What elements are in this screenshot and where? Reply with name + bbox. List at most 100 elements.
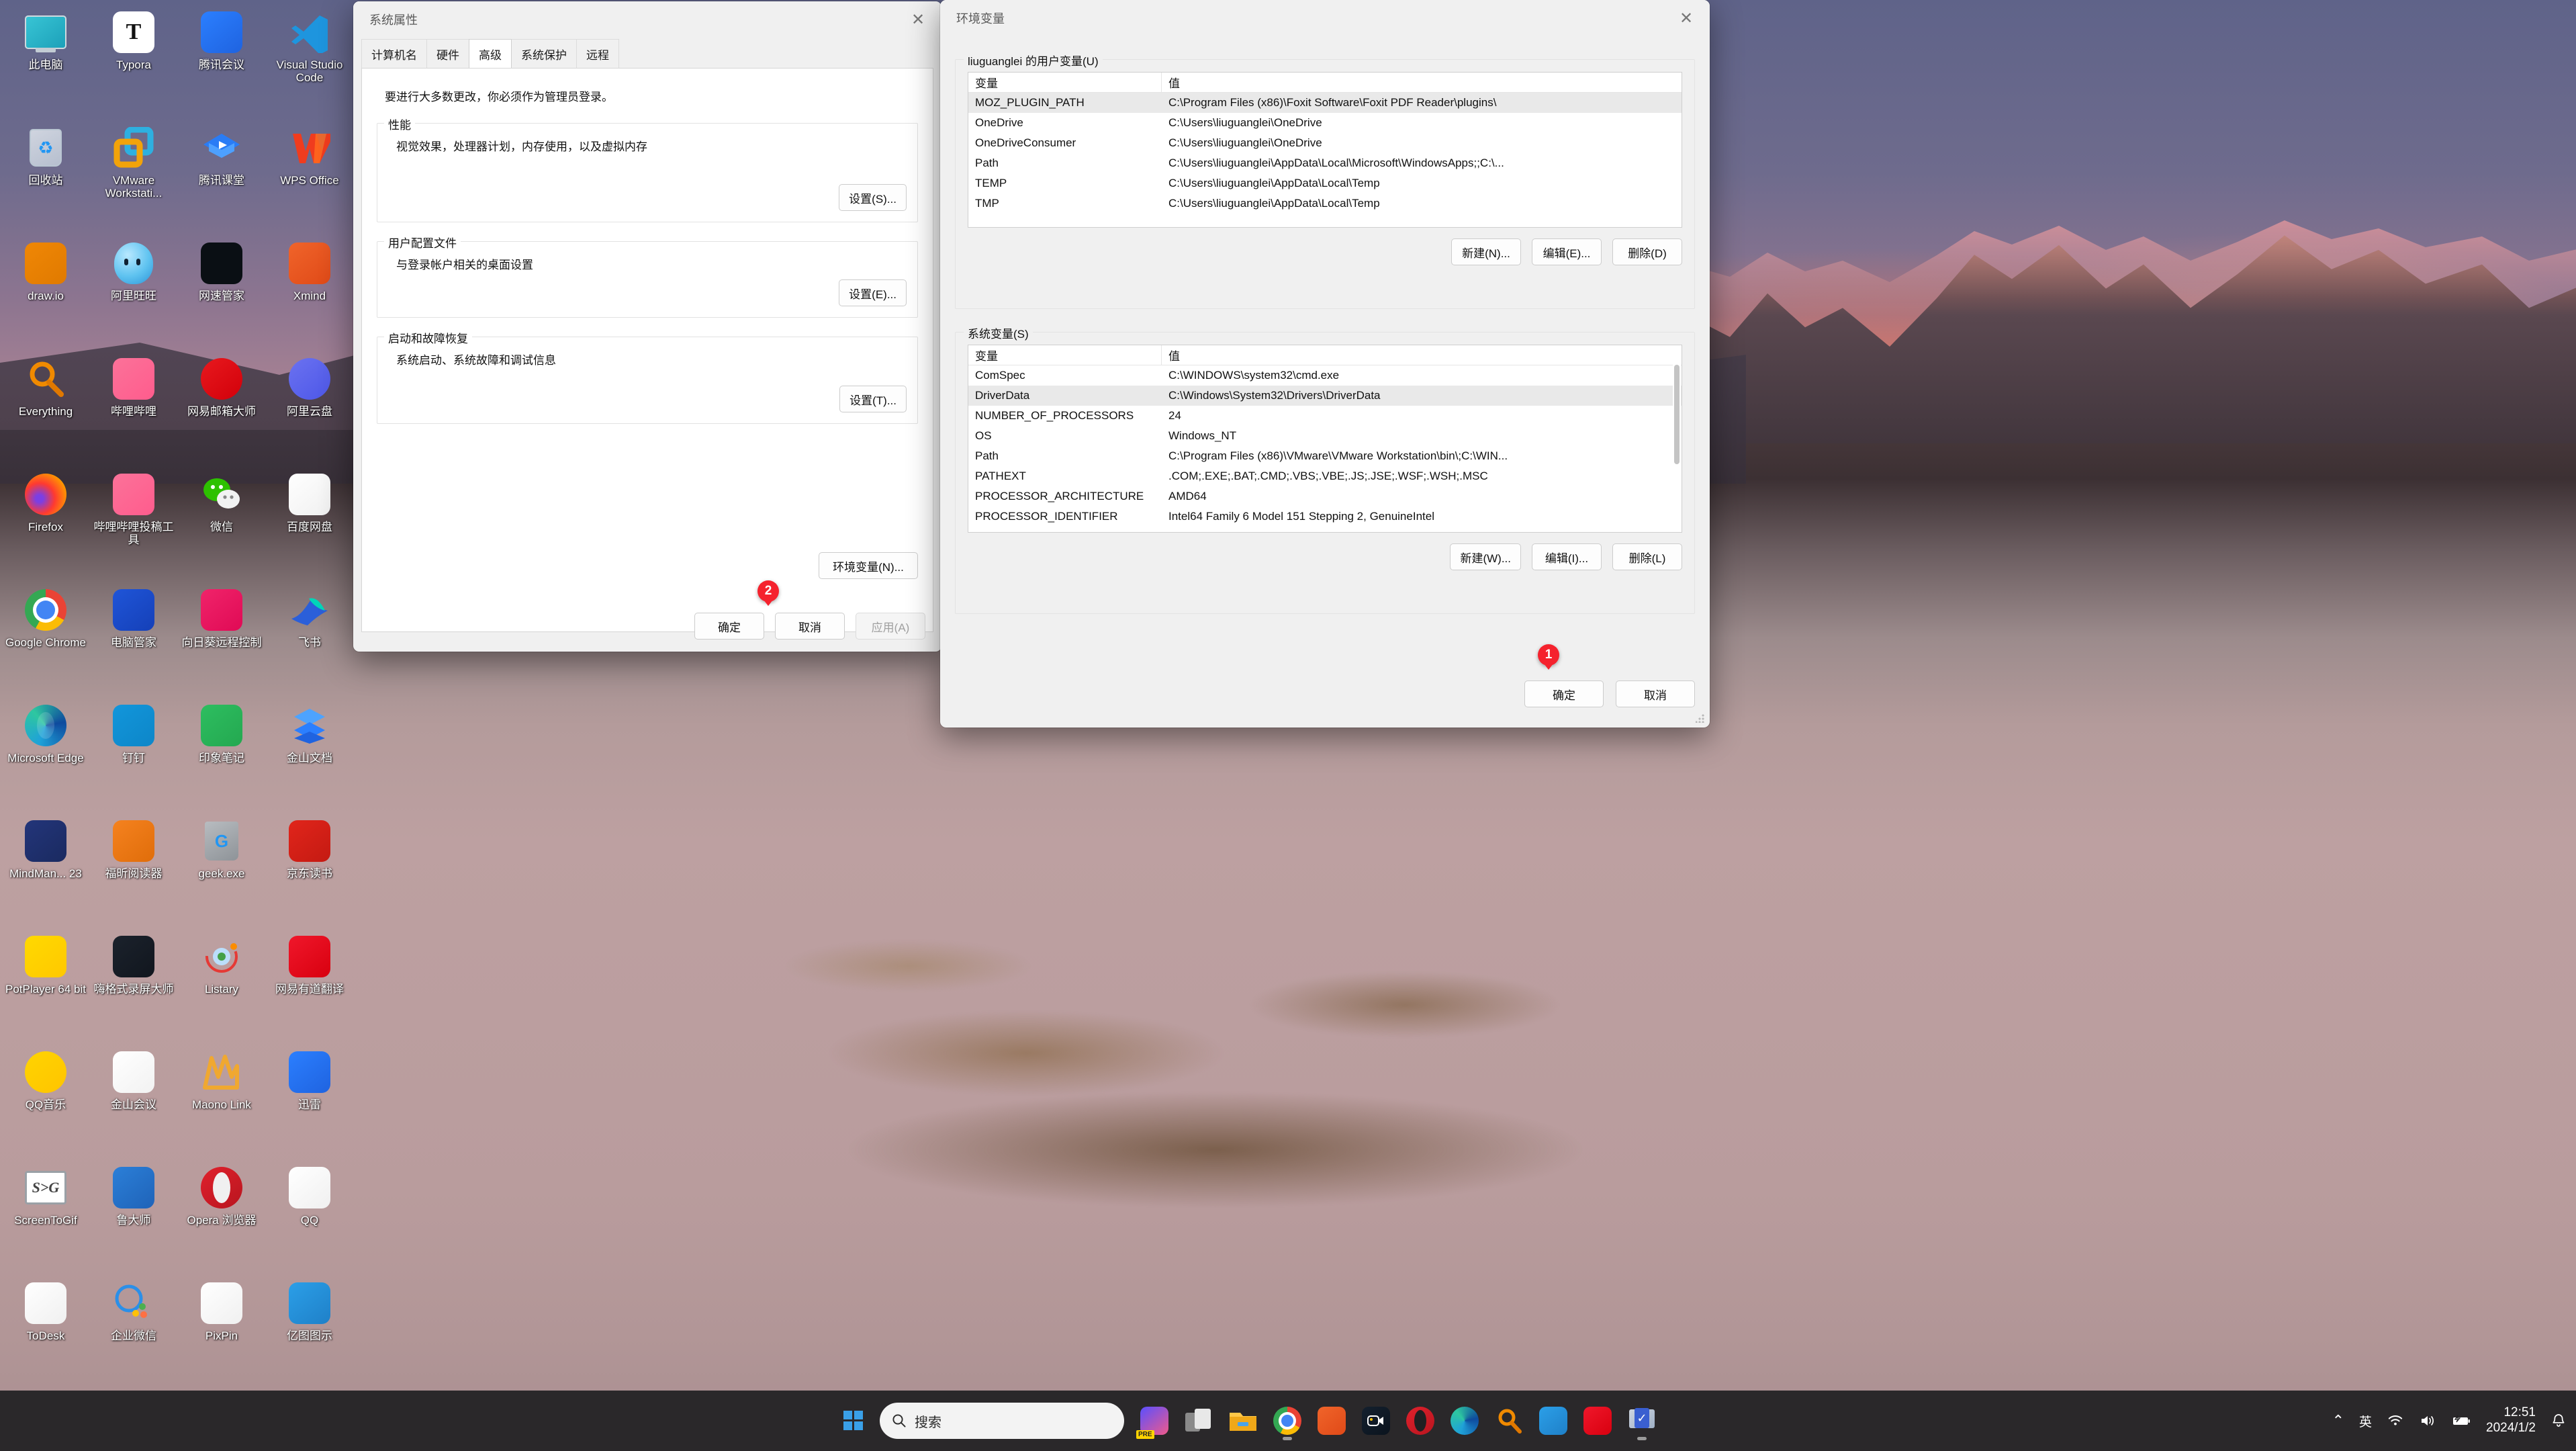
- desktop-icon-ludashi[interactable]: 鲁大师: [91, 1165, 177, 1227]
- system-properties-ok-button[interactable]: 确定: [694, 613, 764, 640]
- battery-icon[interactable]: [2451, 1413, 2471, 1428]
- taskbar-system-properties[interactable]: ✓: [1621, 1400, 1663, 1442]
- desktop-icon-sunlogin[interactable]: 向日葵远程控制: [179, 587, 265, 649]
- resize-grip[interactable]: [1696, 713, 1705, 723]
- taskbar-youdao-translate[interactable]: [1577, 1400, 1618, 1442]
- table-row[interactable]: TMP C:\Users\liuguanglei\AppData\Local\T…: [968, 193, 1682, 214]
- desktop-icon-wechat[interactable]: 微信: [179, 472, 265, 533]
- desktop-icon-tencent-classroom[interactable]: 腾讯课堂: [179, 125, 265, 187]
- desktop-icon-feishu[interactable]: 飞书: [267, 587, 353, 649]
- table-row[interactable]: DriverData C:\Windows\System32\Drivers\D…: [968, 386, 1682, 406]
- close-icon[interactable]: ✕: [1663, 0, 1710, 36]
- desktop-icon-higeshi-recorder[interactable]: 嗨格式录屏大师: [91, 934, 177, 996]
- system-delete-button[interactable]: 删除(L): [1612, 543, 1682, 570]
- system-variables-listbox[interactable]: 变量 值 ComSpec C:\WINDOWS\system32\cmd.exe…: [968, 345, 1682, 533]
- desktop-icon-kingsoft-docs[interactable]: 金山文档: [267, 703, 353, 764]
- desktop-icon-foxit-reader[interactable]: 福昕阅读器: [91, 818, 177, 880]
- table-row[interactable]: PROCESSOR_ARCHITECTURE AMD64: [968, 486, 1682, 507]
- taskbar-screen-recorder[interactable]: [1355, 1400, 1397, 1442]
- desktop-icon-firefox[interactable]: Firefox: [3, 472, 89, 533]
- user-delete-button[interactable]: 删除(D): [1612, 238, 1682, 265]
- table-row[interactable]: OneDriveConsumer C:\Users\liuguanglei\On…: [968, 133, 1682, 153]
- desktop-icon-qq-music[interactable]: QQ音乐: [3, 1049, 89, 1111]
- bell-icon[interactable]: [2550, 1413, 2567, 1429]
- desktop-icon-maono-link[interactable]: Maono Link: [179, 1049, 265, 1111]
- taskbar-edge[interactable]: [1444, 1400, 1485, 1442]
- table-row[interactable]: PATHEXT .COM;.EXE;.BAT;.CMD;.VBS;.VBE;.J…: [968, 466, 1682, 486]
- desktop-icon-thunder[interactable]: 迅雷: [267, 1049, 353, 1111]
- taskbar-edraw[interactable]: [1532, 1400, 1574, 1442]
- system-properties-titlebar[interactable]: 系统属性 ✕: [353, 1, 941, 38]
- search-input[interactable]: 搜索: [880, 1403, 1124, 1439]
- desktop[interactable]: 此电脑 T Typora 腾讯会议 Visual Studio Code ♻ 回收站…: [0, 0, 2576, 1451]
- desktop-icon-bilibili-upload[interactable]: 哔哩哔哩投稿工具: [91, 472, 177, 546]
- env-cancel-button[interactable]: 取消: [1616, 680, 1695, 707]
- desktop-icon-bilibili[interactable]: 哔哩哔哩: [91, 356, 177, 418]
- table-row[interactable]: OneDrive C:\Users\liuguanglei\OneDrive: [968, 113, 1682, 133]
- system-properties-cancel-button[interactable]: 取消: [775, 613, 845, 640]
- desktop-icon-vmware[interactable]: VMware Workstati...: [91, 125, 177, 200]
- desktop-icon-qq[interactable]: QQ: [267, 1165, 353, 1227]
- tab-2[interactable]: 高级: [469, 39, 512, 68]
- desktop-icon-xmind[interactable]: Xmind: [267, 240, 353, 302]
- performance-settings-button[interactable]: 设置(S)...: [839, 184, 907, 211]
- desktop-icon-opera[interactable]: Opera 浏览器: [179, 1165, 265, 1227]
- desktop-icon-netease-mail[interactable]: 网易邮箱大师: [179, 356, 265, 418]
- desktop-icon-mindmanager[interactable]: MindMan... 23: [3, 818, 89, 880]
- desktop-icon-todesk[interactable]: ToDesk: [3, 1280, 89, 1342]
- desktop-icon-recycle-bin[interactable]: ♻ 回收站: [3, 125, 89, 187]
- user-profiles-settings-button[interactable]: 设置(E)...: [839, 279, 907, 306]
- desktop-icon-pc-manager[interactable]: 电脑管家: [91, 587, 177, 649]
- chevron-up-icon[interactable]: ⌃: [2332, 1412, 2344, 1430]
- desktop-icon-kingsoft-meeting[interactable]: 金山会议: [91, 1049, 177, 1111]
- desktop-icon-this-pc[interactable]: 此电脑: [3, 9, 89, 71]
- table-row[interactable]: NUMBER_OF_PROCESSORS 24: [968, 406, 1682, 426]
- system-variables-scrollbar[interactable]: [1673, 346, 1681, 531]
- taskbar-task-view[interactable]: [1178, 1400, 1220, 1442]
- desktop-icon-aliyun-drive[interactable]: 阿里云盘: [267, 356, 353, 418]
- desktop-icon-drawio[interactable]: draw.io: [3, 240, 89, 302]
- desktop-icon-listary[interactable]: Listary: [179, 934, 265, 996]
- desktop-icon-pixpin[interactable]: PixPin: [179, 1280, 265, 1342]
- system-new-button[interactable]: 新建(W)...: [1450, 543, 1521, 570]
- desktop-icon-chrome[interactable]: Google Chrome: [3, 587, 89, 649]
- table-row[interactable]: MOZ_PLUGIN_PATH C:\Program Files (x86)\F…: [968, 93, 1682, 113]
- user-variables-rows[interactable]: MOZ_PLUGIN_PATH C:\Program Files (x86)\F…: [968, 93, 1682, 214]
- tab-3[interactable]: 系统保护: [511, 39, 577, 68]
- desktop-icon-wps-office[interactable]: WPS Office: [267, 125, 353, 187]
- desktop-icon-jd-read[interactable]: 京东读书: [267, 818, 353, 880]
- env-dialog-titlebar[interactable]: 环境变量 ✕: [940, 0, 1710, 36]
- desktop-icon-edraw[interactable]: 亿图图示: [267, 1280, 353, 1342]
- taskbar-xmind[interactable]: [1311, 1400, 1352, 1442]
- environment-variables-dialog[interactable]: 环境变量 ✕ liuguanglei 的用户变量(U) 变量 值 MOZ_PLU…: [940, 0, 1710, 728]
- environment-variables-button[interactable]: 环境变量(N)...: [819, 552, 918, 579]
- volume-icon[interactable]: [2419, 1413, 2436, 1428]
- start-button[interactable]: [833, 1400, 874, 1442]
- desktop-icon-everything[interactable]: Everything: [3, 356, 89, 418]
- system-properties-dialog[interactable]: 系统属性 ✕ 计算机名 硬件 高级 系统保护 远程 要进行大多数更改，你必须作为管理员登…: [353, 1, 941, 652]
- system-variables-rows[interactable]: ComSpec C:\WINDOWS\system32\cmd.exe Drive…: [968, 365, 1682, 527]
- clock[interactable]: 12:51 2024/1/2: [2486, 1405, 2536, 1436]
- table-row[interactable]: OS Windows_NT: [968, 426, 1682, 446]
- table-row[interactable]: Path C:\Program Files (x86)\VMware\VMwar…: [968, 446, 1682, 466]
- system-edit-button[interactable]: 编辑(I)...: [1532, 543, 1602, 570]
- desktop-icon-netspeed[interactable]: 网速管家: [179, 240, 265, 302]
- desktop-icon-geek-uninstaller[interactable]: G geek.exe: [179, 818, 265, 880]
- user-new-button[interactable]: 新建(N)...: [1451, 238, 1521, 265]
- env-ok-button[interactable]: 确定: [1524, 680, 1604, 707]
- startup-recovery-settings-button[interactable]: 设置(T)...: [839, 386, 907, 412]
- desktop-icon-wecom[interactable]: 企业微信: [91, 1280, 177, 1342]
- user-variables-listbox[interactable]: 变量 值 MOZ_PLUGIN_PATH C:\Program Files (x…: [968, 72, 1682, 228]
- desktop-icon-screentogif[interactable]: S>G ScreenToGif: [3, 1165, 89, 1227]
- tab-1[interactable]: 硬件: [426, 39, 469, 68]
- taskbar-chrome[interactable]: [1267, 1400, 1308, 1442]
- desktop-icon-youdao-translate[interactable]: 网易有道翻译: [267, 934, 353, 996]
- taskbar-everything[interactable]: [1488, 1400, 1530, 1442]
- desktop-icon-evernote[interactable]: 印象笔记: [179, 703, 265, 764]
- ime-indicator[interactable]: 英: [2359, 1412, 2372, 1430]
- desktop-icon-aliwangwang[interactable]: 阿里旺旺: [91, 240, 177, 302]
- user-edit-button[interactable]: 编辑(E)...: [1532, 238, 1602, 265]
- desktop-icon-dingtalk[interactable]: 钉钉: [91, 703, 177, 764]
- table-row[interactable]: ComSpec C:\WINDOWS\system32\cmd.exe: [968, 365, 1682, 386]
- taskbar-file-explorer[interactable]: [1222, 1400, 1264, 1442]
